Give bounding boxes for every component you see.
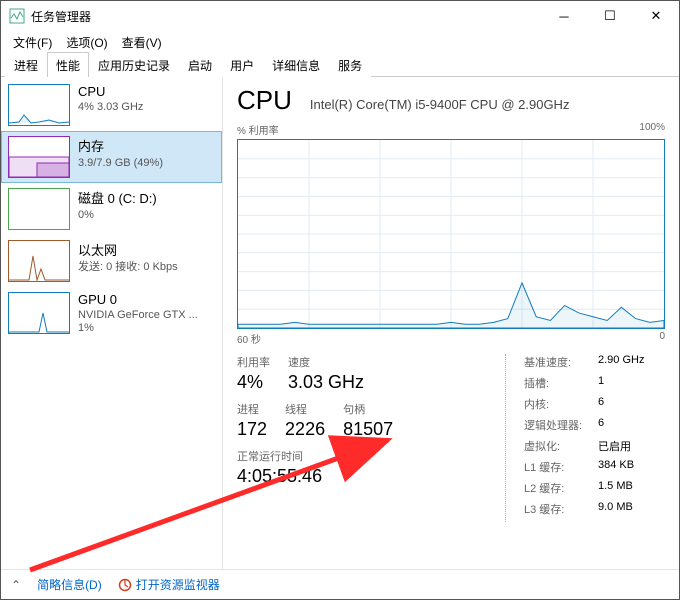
tab-users[interactable]: 用户 [221,52,263,77]
util-value: 4% [237,372,270,393]
spec-l2-v: 1.5 MB [598,480,633,496]
uptime-value: 4:05:55:46 [237,466,485,487]
sidebar-gpu-name: GPU 0 [78,292,198,307]
cpu-chart[interactable] [237,139,665,329]
sidebar-item-disk[interactable]: 磁盘 0 (C: D:) 0% [1,183,222,235]
minimize-button[interactable]: ─ [541,1,587,31]
sidebar-mem-name: 内存 [78,136,163,155]
speed-value: 3.03 GHz [288,372,364,393]
spec-lp-k: 逻辑处理器: [524,417,598,433]
memory-thumb-icon [8,136,70,178]
sidebar-disk-val: 0% [78,209,157,222]
sidebar-item-cpu[interactable]: CPU 4% 3.03 GHz [1,79,222,131]
spec-l3-v: 9.0 MB [598,501,633,517]
spec-virt-k: 虚拟化: [524,438,598,454]
sidebar-mem-val: 3.9/7.9 GB (49%) [78,157,163,170]
spec-l2-k: L2 缓存: [524,480,598,496]
proc-value: 172 [237,419,267,440]
cpu-model: Intel(R) Core(TM) i5-9400F CPU @ 2.90GHz [310,97,570,112]
expand-icon[interactable]: ⌃ [11,578,21,592]
spec-core-k: 内核: [524,396,598,412]
menu-file[interactable]: 文件(F) [7,32,58,53]
sidebar-eth-name: 以太网 [78,240,178,259]
spec-virt-v: 已启用 [598,438,631,454]
thread-value: 2226 [285,419,325,440]
chart-label-tr: 100% [639,122,665,137]
speed-label: 速度 [288,354,364,370]
sidebar-item-gpu[interactable]: GPU 0 NVIDIA GeForce GTX ... 1% [1,287,222,340]
close-button[interactable]: ✕ [633,1,679,31]
sidebar-item-ethernet[interactable]: 以太网发送: 0 接收: 0 Kbps [1,235,222,287]
fewer-details-link[interactable]: 简略信息(D) [37,576,102,593]
handle-value: 81507 [343,419,393,440]
chart-label-tl: % 利用率 [237,122,279,137]
tab-services[interactable]: 服务 [329,52,371,77]
chart-label-bl: 60 秒 [237,331,261,346]
uptime-label: 正常运行时间 [237,448,485,464]
tab-startup[interactable]: 启动 [179,52,221,77]
maximize-button[interactable]: ☐ [587,1,633,31]
sidebar-cpu-name: CPU [78,84,143,99]
spec-l1-k: L1 缓存: [524,459,598,475]
ethernet-thumb-icon [8,240,70,282]
tab-performance[interactable]: 性能 [47,52,89,77]
tab-app-history[interactable]: 应用历史记录 [89,52,179,77]
sidebar-eth-val: 发送: 0 接收: 0 Kbps [78,261,178,274]
spec-sock-k: 插槽: [524,375,598,391]
menubar: 文件(F) 选项(O) 查看(V) [1,31,679,53]
spec-sock-v: 1 [598,375,604,391]
thread-label: 线程 [285,401,325,417]
tab-processes[interactable]: 进程 [5,52,47,77]
util-label: 利用率 [237,354,270,370]
tab-details[interactable]: 详细信息 [263,52,329,77]
menu-options[interactable]: 选项(O) [60,32,113,53]
resmon-link[interactable]: 打开资源监视器 [118,576,220,593]
spec-l1-v: 384 KB [598,459,634,475]
chart-label-br: 0 [659,331,665,346]
handle-label: 句柄 [343,401,393,417]
spec-base-k: 基准速度: [524,354,598,370]
disk-thumb-icon [8,188,70,230]
titlebar: 任务管理器 ─ ☐ ✕ [1,1,679,31]
sidebar: CPU 4% 3.03 GHz 内存 3.9/7.9 GB (49%) 磁盘 0 (… [1,77,223,569]
sidebar-item-memory[interactable]: 内存 3.9/7.9 GB (49%) [1,131,222,183]
spec-base-v: 2.90 GHz [598,354,644,370]
footer: ⌃ 简略信息(D) 打开资源监视器 [1,569,679,599]
cpu-thumb-icon [8,84,70,126]
gpu-thumb-icon [8,292,70,334]
resmon-icon [118,578,132,592]
sidebar-gpu-val: NVIDIA GeForce GTX ... 1% [78,309,198,335]
spec-lp-v: 6 [598,417,604,433]
window-title: 任务管理器 [31,8,541,25]
main-panel: CPU Intel(R) Core(TM) i5-9400F CPU @ 2.9… [223,77,679,569]
tabbar: 进程 性能 应用历史记录 启动 用户 详细信息 服务 [1,53,679,77]
sidebar-disk-name: 磁盘 0 (C: D:) [78,188,157,207]
app-icon [9,8,25,24]
spec-l3-k: L3 缓存: [524,501,598,517]
page-title: CPU [237,85,292,116]
menu-view[interactable]: 查看(V) [116,32,168,53]
sidebar-cpu-val: 4% 3.03 GHz [78,101,143,114]
proc-label: 进程 [237,401,267,417]
spec-core-v: 6 [598,396,604,412]
